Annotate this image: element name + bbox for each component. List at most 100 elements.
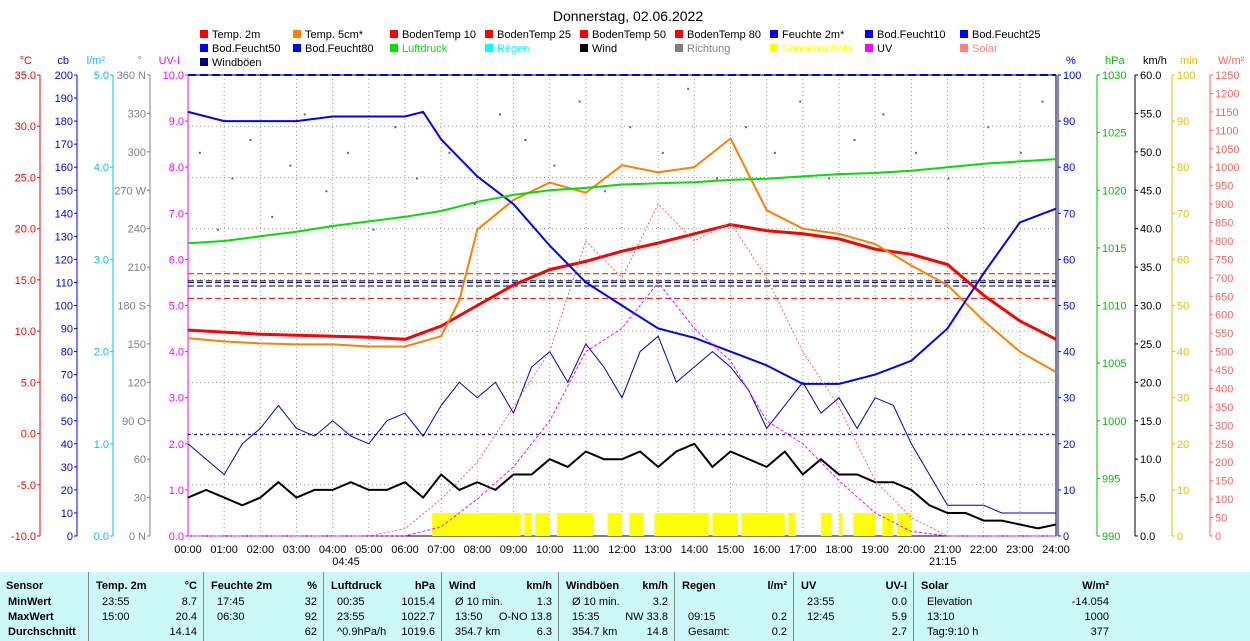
axis-tick-label: 50 [1063, 301, 1075, 313]
legend-swatch [865, 30, 873, 38]
axis-tick-label: 10 [1177, 485, 1189, 497]
axis-tick-label: 700 [1215, 273, 1233, 285]
x-tick-label: 07:00 [427, 544, 455, 556]
axis-tick-label: 270 W [114, 185, 146, 197]
sonnenschein-bar [839, 513, 843, 536]
sonnenschein-bar [629, 513, 644, 536]
axis-tick-label: 350 [1215, 402, 1233, 414]
sunrise-time: 04:45 [332, 556, 360, 568]
axis-tick-label: -5.0 [17, 480, 36, 492]
row-label: MinWert [8, 596, 52, 608]
axis-tick-label: 10.0 [15, 326, 36, 338]
cell-value: 1000 [1084, 611, 1109, 623]
x-tick-label: 24:00 [1042, 544, 1070, 556]
row-label: MaxWert [8, 611, 54, 623]
axis-tick-label: 50 [1215, 513, 1227, 525]
axis-tick-label: 35.0 [1140, 262, 1161, 274]
richtung-point [882, 113, 885, 116]
legend-label: Temp. 5cm* [305, 29, 364, 41]
richtung-point [216, 228, 219, 231]
axis-tick-label: 200 [55, 70, 73, 82]
richtung-point [773, 151, 776, 154]
legend-label: Luftdruck [402, 43, 448, 55]
richtung-point [415, 177, 418, 180]
axis-tick-label: 70 [61, 370, 73, 382]
richtung-point [524, 139, 527, 142]
richtung-point [271, 215, 274, 218]
cell-value: 377 [1090, 626, 1109, 638]
richtung-point [448, 151, 451, 154]
cell-value: 8.7 [181, 596, 197, 608]
axis-tick-label: 0 [1177, 531, 1183, 543]
axis-tick-label: 650 [1215, 291, 1233, 303]
axis-tick-label: 300 [128, 147, 146, 159]
axis-tick-label: 360 N [117, 70, 146, 82]
richtung-point [1019, 151, 1022, 154]
legend-swatch [390, 30, 398, 38]
axis-tick-label: 50 [61, 416, 73, 428]
legend-swatch [580, 44, 588, 52]
axis-tick-label: 1150 [1215, 107, 1239, 119]
sonnenschein-bar [882, 513, 894, 536]
chart-title: Donnerstag, 02.06.2022 [553, 8, 703, 24]
axis-tick-label: 10 [1063, 485, 1075, 497]
axis-tick-label: 4.0 [94, 162, 109, 174]
axis-tick-label: 20.0 [15, 224, 36, 236]
axis-tick-label: 750 [1215, 254, 1233, 266]
table-column: Temp. 2m °C 23:55 8.7 15:00 20.4 14.14 [90, 572, 204, 641]
table-column: Sensor MinWert MaxWert Durchschnitt [0, 572, 89, 641]
cell-value: 6.3 [536, 626, 552, 638]
axis-tick-label: 30.0 [1140, 301, 1161, 313]
richtung-point [629, 126, 632, 129]
axis-tick-label: 70 [1063, 208, 1075, 220]
legend-swatch [485, 44, 493, 52]
richtung-point [231, 177, 234, 180]
legend-label: Bod.Feucht80 [305, 43, 374, 55]
axis-tick-label: 30 [134, 493, 146, 505]
axis-tick-label: 900 [1215, 199, 1233, 211]
axis-tick-label: 55.0 [1140, 108, 1161, 120]
column-unit: hPa [414, 580, 435, 592]
legend-label: Temp. 2m [212, 29, 260, 41]
richtung-point [987, 126, 990, 129]
axis-tick-label: 0.0 [21, 429, 36, 441]
axis-tick-label: 0 N [129, 531, 146, 543]
axis-tick-label: 70 [1177, 208, 1189, 220]
column-unit: km/h [642, 580, 668, 592]
richtung-point [687, 87, 690, 90]
x-tick-label: 15:00 [717, 544, 745, 556]
axis-tick-label: 1020 [1102, 185, 1126, 197]
axis-tick-label: 0 [1215, 531, 1221, 543]
cell-value: O-NO 13.8 [498, 611, 552, 623]
legend-swatch [675, 44, 683, 52]
richtung-point [372, 228, 375, 231]
richtung-point [828, 177, 831, 180]
axis-tick-label: 90 [61, 324, 73, 336]
legend-swatch [200, 44, 208, 52]
axis-tick-label: 150 [1215, 476, 1233, 488]
x-tick-label: 09:00 [500, 544, 528, 556]
axis-tick-label: 1000 [1102, 416, 1126, 428]
axis-tick-label: 60.0 [1140, 70, 1161, 82]
axis-tick-label: 6.0 [169, 254, 184, 266]
x-tick-label: 04:00 [319, 544, 347, 556]
axis-unit: km/h [1143, 55, 1167, 67]
axis-tick-label: 120 [55, 254, 73, 266]
axis-tick-label: 450 [1215, 365, 1233, 377]
axis-tick-label: 35.0 [15, 70, 36, 82]
richtung-point [394, 126, 397, 129]
axis-tick-label: 990 [1102, 531, 1120, 543]
axis-tick-label: 80 [1177, 162, 1189, 174]
legend-swatch [580, 30, 588, 38]
axis-tick-label: 110 [55, 277, 73, 289]
table-column: Windböen km/h Ø 10 min. 3.2 15:35 NW 33.8 354.… [560, 572, 675, 641]
sonnenschein-bar [712, 513, 738, 536]
cell-value: 3.2 [652, 596, 668, 608]
axis-tick-label: 25.0 [1140, 339, 1161, 351]
axis-tick-label: 1000 [1215, 162, 1239, 174]
sonnenschein-bar [820, 513, 832, 536]
column-header: Sensor [6, 580, 44, 592]
x-tick-label: 21:00 [934, 544, 962, 556]
legend-swatch [390, 44, 398, 52]
axis-tick-label: 60 [1177, 254, 1189, 266]
